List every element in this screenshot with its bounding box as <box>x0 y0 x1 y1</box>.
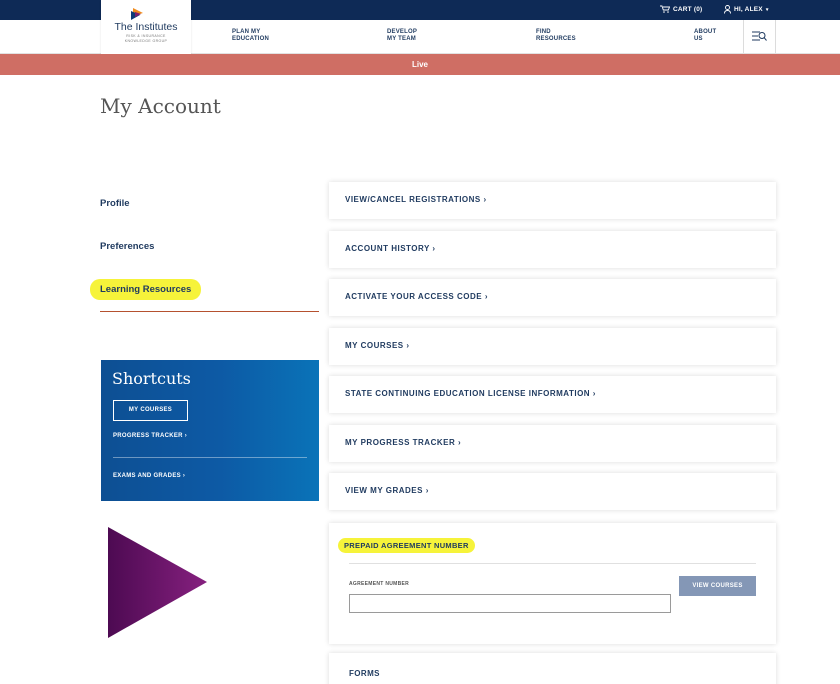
card-my-courses[interactable]: MY COURSES › <box>329 328 776 365</box>
nav-label-line2: MY TEAM <box>387 36 416 42</box>
nav-find-resources[interactable]: FIND RESOURCES <box>536 29 576 43</box>
logo-tagline: RISK & INSURANCE KNOWLEDGE GROUP <box>101 34 191 44</box>
nav-label-line1: FIND <box>536 29 551 35</box>
card-label: VIEW/CANCEL REGISTRATIONS › <box>345 195 487 204</box>
leftnav-preferences[interactable]: Preferences <box>100 241 154 252</box>
logo-mark-icon <box>131 8 143 20</box>
user-icon <box>724 5 731 14</box>
card-label: STATE CONTINUING EDUCATION LICENSE INFOR… <box>345 389 596 398</box>
exams-and-grades-link[interactable]: EXAMS AND GRADES › <box>113 473 185 479</box>
shortcuts-divider <box>113 457 307 458</box>
nav-label-line2: RESOURCES <box>536 36 576 42</box>
progress-tracker-link[interactable]: PROGRESS TRACKER › <box>113 433 187 439</box>
prepaid-divider <box>349 563 756 564</box>
card-view-cancel-registrations[interactable]: VIEW/CANCEL REGISTRATIONS › <box>329 182 776 219</box>
card-label: ACTIVATE YOUR ACCESS CODE › <box>345 292 488 301</box>
card-activate-access-code[interactable]: ACTIVATE YOUR ACCESS CODE › <box>329 279 776 316</box>
shortcuts-panel: Shortcuts MY COURSES PROGRESS TRACKER › … <box>101 360 319 501</box>
leftnav-profile[interactable]: Profile <box>100 198 130 209</box>
nav-label-line1: ABOUT <box>694 29 717 35</box>
cart-icon <box>660 5 670 13</box>
card-account-history[interactable]: ACCOUNT HISTORY › <box>329 231 776 268</box>
leftnav-active-underline <box>100 311 319 312</box>
nav-about-us[interactable]: ABOUT US <box>694 29 716 43</box>
nav-label-line1: DEVELOP <box>387 29 418 35</box>
cart-label: CART (0) <box>673 5 703 13</box>
leftnav-learning-resources[interactable]: Learning Resources <box>90 279 202 300</box>
nav-develop-my-team[interactable]: DEVELOP MY TEAM <box>387 29 417 43</box>
agreement-number-input[interactable] <box>349 594 671 613</box>
logo-tagline-line1: RISK & INSURANCE <box>126 34 166 38</box>
prepaid-agreement-panel: PREPAID AGREEMENT NUMBER AGREEMENT NUMBE… <box>329 523 776 644</box>
menu-search-icon <box>752 31 767 41</box>
logo-name: The Institutes <box>114 21 178 33</box>
nav-label-line2: US <box>694 36 703 42</box>
agreement-number-label: AGREEMENT NUMBER <box>349 581 410 587</box>
main-nav: The Institutes RISK & INSURANCE KNOWLEDG… <box>0 0 840 66</box>
card-state-ce-license-info[interactable]: STATE CONTINUING EDUCATION LICENSE INFOR… <box>329 376 776 413</box>
nav-label-line2: EDUCATION <box>232 36 270 42</box>
card-my-progress-tracker[interactable]: MY PROGRESS TRACKER › <box>329 425 776 462</box>
page-title: My Account <box>100 94 221 118</box>
cart-link[interactable]: CART (0) <box>660 5 702 13</box>
my-courses-button[interactable]: MY COURSES <box>113 400 188 421</box>
card-label: MY PROGRESS TRACKER › <box>345 438 462 447</box>
menu-search-button[interactable] <box>743 20 776 53</box>
decorative-purple-triangle <box>108 527 207 638</box>
view-courses-button[interactable]: VIEW COURSES <box>679 576 756 596</box>
card-label: FORMS <box>349 669 380 678</box>
nav-label-line1: PLAN MY <box>232 29 261 35</box>
user-greeting: HI, ALEX <box>734 6 763 13</box>
card-view-my-grades[interactable]: VIEW MY GRADES › <box>329 473 776 510</box>
prepaid-agreement-title: PREPAID AGREEMENT NUMBER <box>338 538 475 553</box>
user-menu[interactable]: HI, ALEX ▾ <box>724 5 769 14</box>
chevron-down-icon: ▾ <box>765 6 769 13</box>
card-label: ACCOUNT HISTORY › <box>345 244 436 253</box>
nav-plan-my-education[interactable]: PLAN MY EDUCATION <box>232 29 269 43</box>
card-forms[interactable]: FORMS <box>329 653 776 684</box>
live-banner: Live <box>0 54 840 75</box>
card-label: MY COURSES › <box>345 341 410 350</box>
shortcuts-title: Shortcuts <box>112 369 191 388</box>
card-label: VIEW MY GRADES › <box>345 486 429 495</box>
leftnav-learning-resources-label: Learning Resources <box>90 279 202 300</box>
logo-tagline-line2: KNOWLEDGE GROUP <box>124 39 168 43</box>
